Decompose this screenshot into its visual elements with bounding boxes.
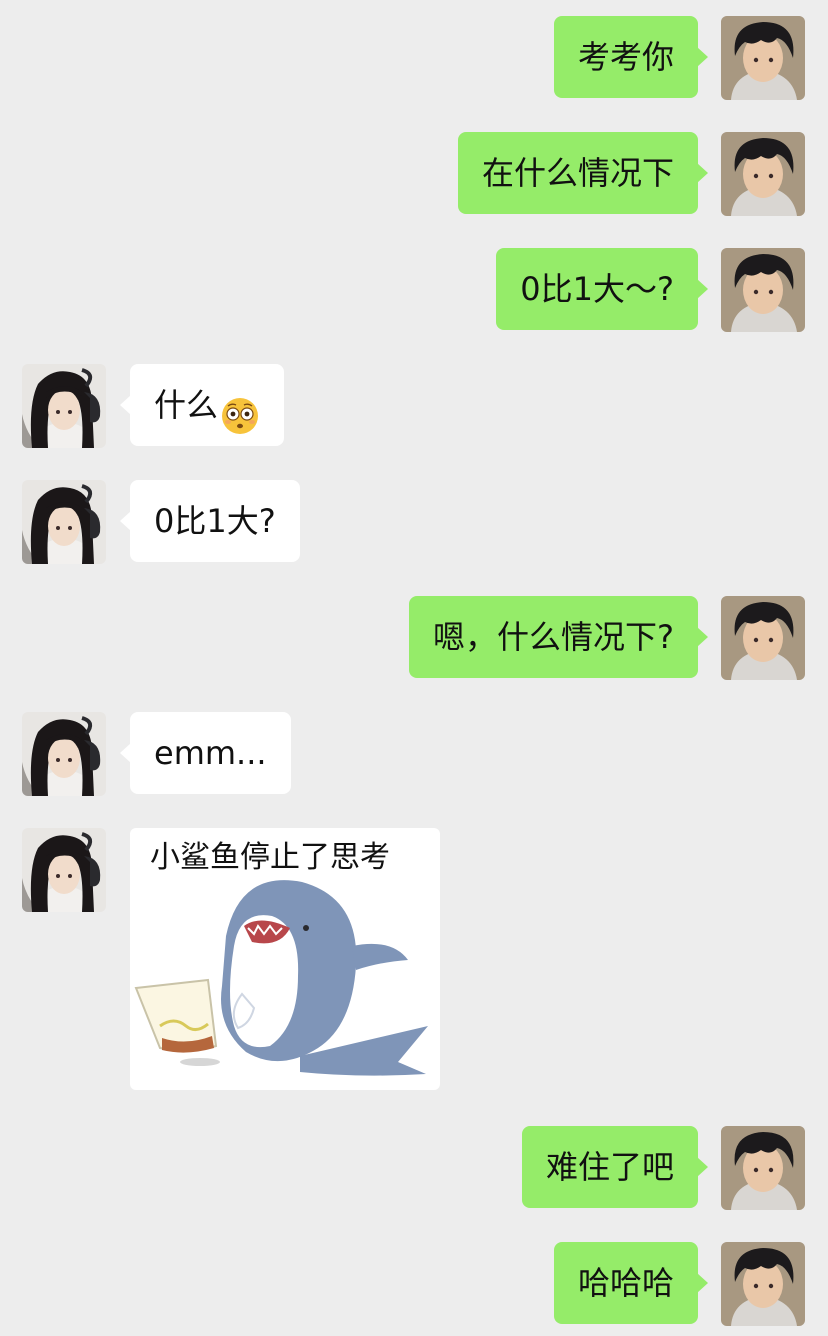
message-bubble-outgoing[interactable]: 0比1大～?: [496, 248, 708, 330]
message-row: 在什么情况下: [0, 132, 828, 216]
message-bubble-outgoing[interactable]: 嗯，什么情况下?: [409, 596, 708, 678]
girl-headphones-avatar-icon[interactable]: [22, 480, 106, 564]
message-row: 难住了吧: [0, 1126, 828, 1210]
sticker-caption: 小鲨鱼停止了思考: [150, 840, 390, 875]
message-row: 0比1大～?: [0, 248, 828, 332]
flushed-face-icon: [220, 384, 260, 434]
message-row: 小鲨鱼停止了思考: [0, 828, 828, 1090]
boy-avatar-icon[interactable]: [721, 1126, 805, 1210]
boy-avatar-icon[interactable]: [721, 16, 805, 100]
boy-avatar-icon[interactable]: [721, 596, 805, 680]
message-bubble-incoming[interactable]: emm...: [120, 712, 291, 794]
girl-headphones-avatar-icon[interactable]: [22, 828, 106, 912]
message-bubble-outgoing[interactable]: 难住了吧: [521, 1126, 709, 1208]
sticker-message[interactable]: 小鲨鱼停止了思考: [130, 828, 440, 1090]
boy-avatar-icon[interactable]: [721, 1242, 805, 1326]
chat-window: 考考你 在什么情况下 0比1大～? 什么 0比1大? 嗯，什么情况下? emm.…: [0, 0, 828, 1336]
girl-headphones-avatar-icon[interactable]: [22, 364, 106, 448]
message-bubble-incoming[interactable]: 什么: [119, 364, 285, 446]
message-bubble-outgoing[interactable]: 考考你: [553, 16, 709, 98]
message-bubble-outgoing[interactable]: 在什么情况下: [457, 132, 709, 214]
message-row: 什么: [0, 364, 828, 448]
message-row: 嗯，什么情况下?: [0, 596, 828, 680]
message-bubble-incoming[interactable]: 0比1大?: [120, 480, 300, 562]
message-bubble-outgoing[interactable]: 哈哈哈: [553, 1242, 709, 1324]
message-row: 0比1大?: [0, 480, 828, 564]
shark-sticker-icon: [134, 880, 428, 1076]
boy-avatar-icon[interactable]: [721, 248, 805, 332]
message-row: emm...: [0, 712, 828, 796]
message-row: 哈哈哈: [0, 1242, 828, 1326]
girl-headphones-avatar-icon[interactable]: [22, 712, 106, 796]
message-row: 考考你: [0, 16, 828, 100]
boy-avatar-icon[interactable]: [721, 132, 805, 216]
message-text: 什么: [154, 386, 219, 424]
